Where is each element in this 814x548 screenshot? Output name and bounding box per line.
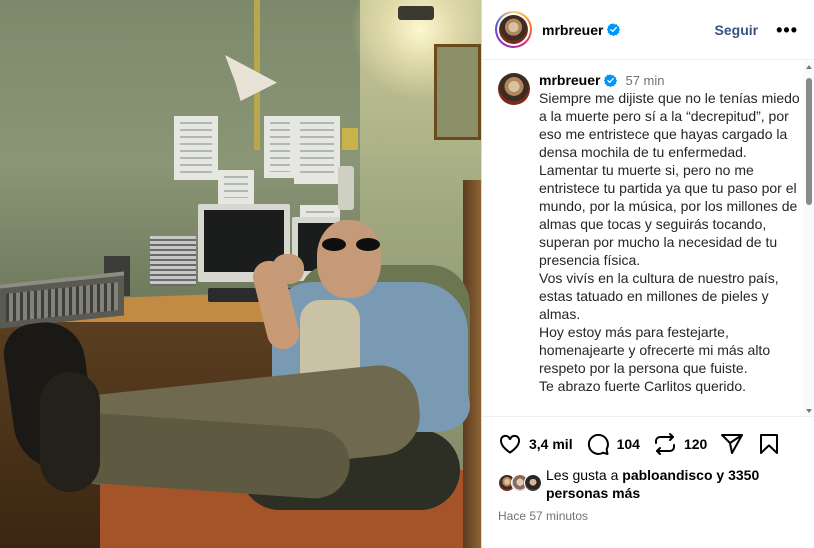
follow-button[interactable]: Seguir [715,22,759,38]
post-side-panel: mrbreuer Seguir ••• mrbreuer 57 min Siem… [481,0,814,548]
photo-picture-frame [434,44,481,140]
liked-by: Les gusta a pabloandisco y 3350 personas… [498,466,798,502]
liked-by-prefix: Les gusta a [546,467,623,483]
verified-icon [604,73,618,87]
author-avatar-image [499,15,528,44]
share-icon [721,434,744,454]
photo-paper-sheet [218,170,254,204]
caption-scrollbar[interactable] [803,61,814,416]
verified-icon [607,23,621,36]
photo-shoe [40,372,100,492]
liked-by-user[interactable]: pabloandisco [622,467,712,483]
photo-lamp [398,6,434,20]
scrollbar-thumb[interactable] [806,78,812,205]
caption-text: Siempre me dijiste que no le tenías mied… [539,89,801,395]
share-button[interactable] [720,432,744,456]
scroll-up-arrow[interactable] [806,65,812,69]
photo-switch-box [342,128,358,150]
caption-content: mrbreuer 57 min Siempre me dijiste que n… [539,71,801,395]
caption-timestamp[interactable]: 57 min [625,73,664,88]
save-button[interactable] [757,432,781,456]
heart-icon [499,434,521,454]
photo-man-head [317,220,381,298]
action-bar: 3,4 mil 104 120 [498,430,798,458]
like-button[interactable]: 3,4 mil [498,432,573,456]
author-avatar[interactable] [495,11,532,48]
caption-header: mrbreuer 57 min [539,71,801,89]
post-modal: mrbreuer Seguir ••• mrbreuer 57 min Siem… [0,0,814,548]
more-options-icon[interactable]: ••• [776,21,798,39]
post-age[interactable]: Hace 57 minutos [498,509,588,523]
reposts-count: 120 [683,436,708,452]
photo-paper-sheet [174,116,218,180]
photo-man-hand [272,254,304,284]
bookmark-icon [760,434,779,454]
caption-paragraph: Te abrazo fuerte Carlitos querido. [539,378,746,394]
liker-avatar [524,474,542,492]
comment-icon [587,433,609,455]
post-header: mrbreuer Seguir ••• [482,0,814,60]
post-photo[interactable] [0,0,481,548]
author-username[interactable]: mrbreuer [542,22,603,38]
photo-sunglasses [322,238,380,252]
photo-paper-plane [225,55,277,101]
comments-count: 104 [616,436,640,452]
liker-avatars[interactable] [498,474,544,494]
repost-button[interactable]: 120 [653,432,707,456]
repost-icon [654,433,675,455]
caption-username[interactable]: mrbreuer [539,72,600,88]
likes-count: 3,4 mil [529,436,573,452]
photo-paper-sheet [264,116,296,178]
liked-by-text: Les gusta a pabloandisco y 3350 personas… [546,466,798,502]
comment-button[interactable]: 104 [586,432,640,456]
photo-intercom [338,166,354,210]
caption-row: mrbreuer 57 min Siempre me dijiste que n… [482,61,814,395]
caption-paragraph: Vos vivís en la cultura de nuestro país,… [539,270,779,322]
photo-paper-sheet [294,116,340,184]
caption-paragraph: Lamentar tu muerte si, pero no me entris… [539,162,798,268]
scroll-down-arrow[interactable] [806,409,812,413]
caption-area[interactable]: mrbreuer 57 min Siempre me dijiste que n… [482,61,814,417]
caption-avatar[interactable] [498,73,530,105]
caption-paragraph: Siempre me dijiste que no le tenías mied… [539,90,800,160]
caption-paragraph: Hoy estoy más para festejarte, homenajea… [539,324,771,376]
photo-cd-stack [150,236,196,286]
